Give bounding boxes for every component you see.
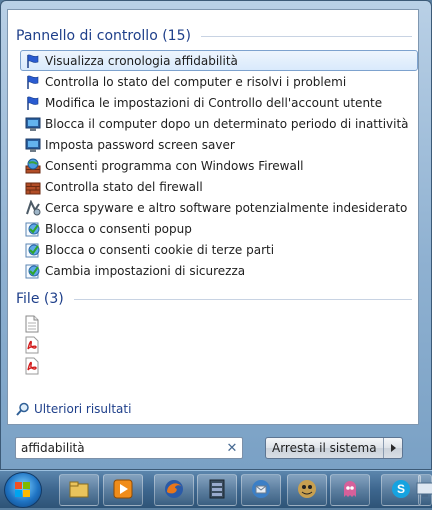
control-panel-item-label: Controlla stato del firewall bbox=[45, 179, 203, 194]
pdf-icon bbox=[25, 357, 39, 375]
more-results-link[interactable]: Ulteriori risultati bbox=[16, 402, 131, 416]
pacman-icon bbox=[339, 478, 361, 503]
taskbar-button[interactable] bbox=[330, 474, 370, 506]
taskbar-button[interactable] bbox=[287, 474, 327, 506]
control-panel-item[interactable]: Controlla stato del firewall bbox=[20, 176, 418, 197]
shutdown-label: Arresta il sistema bbox=[266, 438, 384, 458]
game-icon bbox=[296, 478, 318, 503]
control-panel-item-label: Visualizza cronologia affidabilità bbox=[45, 53, 238, 68]
internet-options-icon bbox=[25, 221, 41, 237]
control-panel-item-label: Cerca spyware e altro software potenzial… bbox=[45, 200, 408, 215]
more-results-label: Ulteriori risultati bbox=[34, 402, 132, 416]
close-icon[interactable]: ✕ bbox=[222, 441, 242, 456]
svg-text:S: S bbox=[397, 482, 405, 496]
network-icon bbox=[414, 478, 432, 503]
control-panel-item-label: Blocca o consenti popup bbox=[45, 221, 192, 236]
control-panel-item[interactable]: Blocca o consenti popup bbox=[20, 218, 418, 239]
control-panel-item-label: Blocca o consenti cookie di terze parti bbox=[45, 242, 275, 257]
files-group-header[interactable]: File (3) bbox=[16, 289, 412, 309]
skype-icon: S bbox=[390, 478, 412, 503]
group-title: Pannello di controllo (15) bbox=[16, 28, 191, 44]
media-player-icon bbox=[112, 478, 134, 503]
divider bbox=[73, 298, 412, 300]
control-panel-item[interactable]: Cerca spyware e altro software potenzial… bbox=[20, 197, 418, 218]
control-panel-item-label: Cambia impostazioni di sicurezza bbox=[45, 263, 246, 278]
monitor-icon bbox=[25, 116, 41, 132]
text-document-icon bbox=[25, 315, 39, 333]
taskbar: S bbox=[0, 470, 432, 508]
monitor-icon bbox=[25, 137, 41, 153]
file-result-2[interactable] bbox=[24, 336, 44, 356]
search-icon bbox=[16, 402, 29, 416]
windows-start-orb-icon[interactable] bbox=[4, 472, 42, 508]
search-input[interactable]: affidabilità ✕ bbox=[15, 437, 243, 459]
control-panel-item[interactable]: Blocca o consenti cookie di terze parti bbox=[20, 239, 418, 260]
pdf-icon bbox=[25, 336, 39, 354]
control-panel-item-label: Modifica le impostazioni di Controllo de… bbox=[45, 95, 383, 110]
control-panel-item[interactable]: Cambia impostazioni di sicurezza bbox=[20, 260, 418, 281]
control-panel-item[interactable]: Imposta password screen saver bbox=[20, 134, 418, 155]
app-icon bbox=[206, 478, 228, 503]
chevron-right-icon[interactable] bbox=[384, 438, 402, 458]
internet-options-icon bbox=[25, 263, 41, 279]
internet-options-icon bbox=[25, 242, 41, 258]
taskbar-button[interactable] bbox=[103, 474, 143, 506]
shutdown-button[interactable]: Arresta il sistema bbox=[265, 437, 403, 459]
group-title: File (3) bbox=[16, 291, 64, 307]
file-result-3[interactable] bbox=[24, 357, 44, 377]
control-panel-item[interactable]: Visualizza cronologia affidabilità bbox=[20, 50, 418, 71]
control-panel-item[interactable]: Consenti programma con Windows Firewall bbox=[20, 155, 418, 176]
thunderbird-icon bbox=[250, 478, 272, 503]
firewall-globe-icon bbox=[25, 158, 41, 174]
search-input-value: affidabilità bbox=[21, 441, 85, 455]
taskbar-button[interactable] bbox=[59, 474, 99, 506]
flag-icon bbox=[25, 74, 41, 90]
search-results-panel: Pannello di controllo (15) Visualizza cr… bbox=[7, 9, 419, 425]
control-panel-item-label: Imposta password screen saver bbox=[45, 137, 235, 152]
taskbar-button[interactable] bbox=[241, 474, 281, 506]
control-panel-item-label: Controlla lo stato del computer e risolv… bbox=[45, 74, 347, 89]
flag-icon bbox=[25, 53, 41, 69]
taskbar-button[interactable] bbox=[416, 474, 432, 506]
divider bbox=[200, 35, 412, 37]
defender-icon bbox=[25, 199, 41, 216]
firewall-icon bbox=[25, 179, 41, 195]
taskbar-button[interactable] bbox=[154, 474, 194, 506]
control-panel-item[interactable]: Modifica le impostazioni di Controllo de… bbox=[20, 92, 418, 113]
file-result-1[interactable] bbox=[24, 315, 44, 335]
control-panel-group-header[interactable]: Pannello di controllo (15) bbox=[16, 26, 412, 46]
flag-icon bbox=[25, 95, 41, 111]
taskbar-button[interactable] bbox=[197, 474, 237, 506]
control-panel-item[interactable]: Controlla lo stato del computer e risolv… bbox=[20, 71, 418, 92]
control-panel-item-label: Consenti programma con Windows Firewall bbox=[45, 158, 304, 173]
start-menu: Pannello di controllo (15) Visualizza cr… bbox=[0, 0, 432, 470]
control-panel-item-label: Blocca il computer dopo un determinato p… bbox=[45, 116, 409, 131]
explorer-icon bbox=[68, 479, 90, 502]
control-panel-item[interactable]: Blocca il computer dopo un determinato p… bbox=[20, 113, 418, 134]
firefox-icon bbox=[163, 478, 185, 503]
